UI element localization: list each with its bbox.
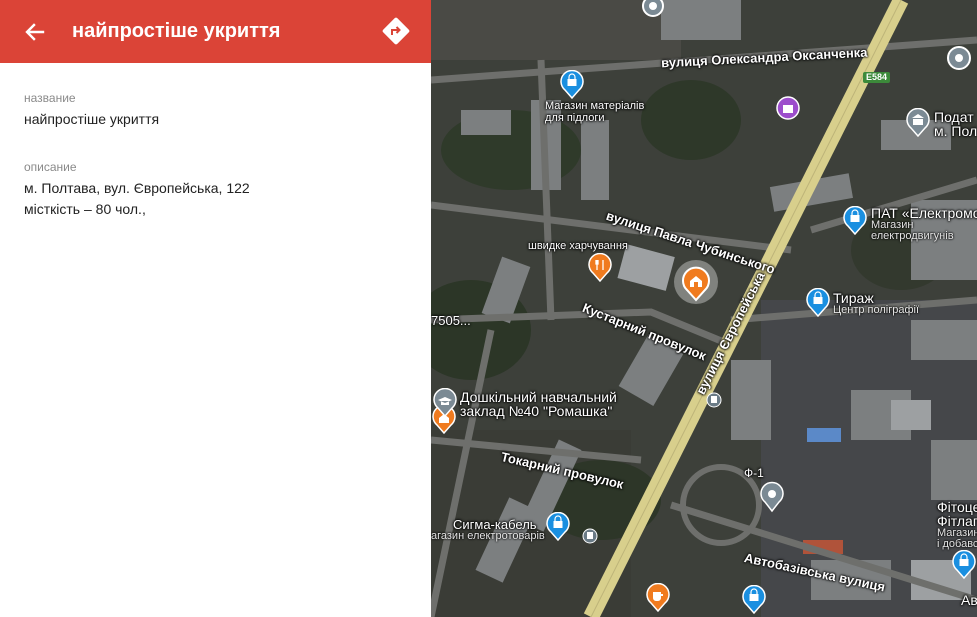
poi-label-kindergarten-line2: заклад №40 "Ромашка" bbox=[460, 403, 613, 419]
shopping-bag-fito-pin-icon[interactable] bbox=[951, 550, 977, 580]
f1-location-pin-icon[interactable] bbox=[758, 481, 786, 513]
gray-location-pin-icon[interactable] bbox=[639, 0, 667, 20]
poi-sub-sigma: агазин електротоварів bbox=[431, 530, 545, 542]
poi-label-edge-av: Ав bbox=[961, 592, 977, 608]
name-value: найпростіше укриття bbox=[24, 111, 160, 127]
info-panel: найпростіше укриття название найпростіше… bbox=[0, 0, 431, 617]
poi-label-tax-line2: м. Пол bbox=[934, 123, 977, 139]
poi-label-fito-line2: Фітлаг bbox=[937, 513, 977, 529]
government-building-pin-icon[interactable] bbox=[905, 108, 931, 138]
shopping-bag-elektromotor-pin-icon[interactable] bbox=[842, 206, 868, 236]
bus-stop-icon[interactable] bbox=[706, 392, 722, 408]
shopping-mall-pin-icon[interactable] bbox=[775, 95, 801, 121]
panel-header: найпростіше укриття bbox=[0, 0, 431, 63]
poi-label-flooring-store: Магазин матеріалів для підлоги bbox=[545, 100, 645, 124]
poi-sub-elektromotor-2: електродвигунів bbox=[871, 230, 954, 242]
poi-sub-fito-line4: і добавс bbox=[937, 538, 977, 550]
shopping-bag-bottom-pin-icon[interactable] bbox=[741, 585, 767, 615]
poi-label-tyrazh: Тираж bbox=[833, 290, 874, 306]
poi-label-tax-line1: Подат bbox=[934, 109, 974, 125]
description-line-1: м. Полтава, вул. Європейська, 122 bbox=[24, 180, 250, 196]
gray-location-pin-right-icon[interactable] bbox=[945, 44, 973, 72]
satellite-map[interactable]: вулиця Олександра Оксанченка E584 вулиця… bbox=[431, 0, 977, 617]
poi-label-elektromotor: ПАТ «Електромо bbox=[871, 205, 977, 221]
back-arrow-icon[interactable] bbox=[20, 17, 50, 47]
page-title: найпростіше укриття bbox=[72, 20, 281, 42]
poi-label-fast-food: швидке харчування bbox=[528, 240, 628, 252]
shopping-bag-pin-icon[interactable] bbox=[559, 70, 585, 100]
shopping-bag-sigma-pin-icon[interactable] bbox=[545, 512, 571, 542]
school-pin-icon[interactable] bbox=[432, 388, 458, 418]
description-label: описание bbox=[24, 160, 77, 174]
name-label: название bbox=[24, 91, 76, 105]
poi-label-f1: Ф-1 bbox=[744, 466, 764, 480]
shopping-bag-tyrazh-pin-icon[interactable] bbox=[805, 288, 831, 318]
cafe-pin-icon[interactable] bbox=[645, 583, 671, 613]
route-shield: E584 bbox=[863, 72, 891, 83]
restaurant-pin-icon[interactable] bbox=[587, 253, 613, 283]
poi-sub-tyrazh: Центр поліграфії bbox=[833, 304, 920, 316]
poi-label-kindergarten-line1: Дошкільний навчальний bbox=[460, 389, 617, 405]
description-line-2: місткість – 80 чол., bbox=[24, 201, 146, 217]
poi-label-fito-line1: Фітоце bbox=[937, 499, 977, 515]
selected-shelter-pin-icon[interactable] bbox=[680, 266, 712, 302]
directions-icon[interactable] bbox=[380, 15, 412, 47]
poi-label-partial-code: 7505... bbox=[431, 313, 471, 328]
bus-stop-2-icon[interactable] bbox=[582, 528, 598, 544]
